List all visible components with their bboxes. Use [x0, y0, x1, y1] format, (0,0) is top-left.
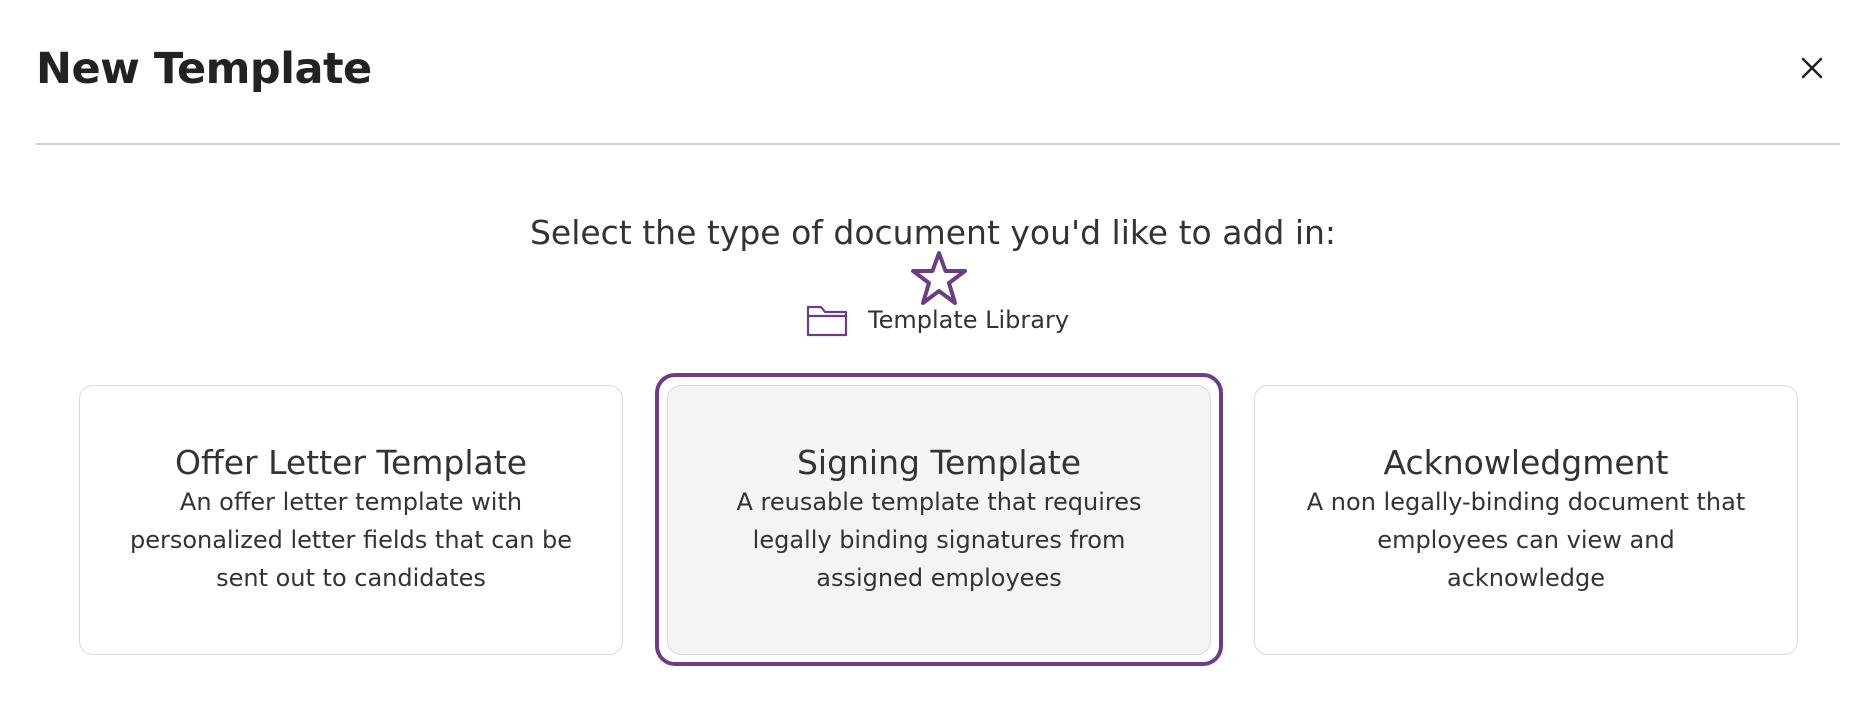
template-library-link[interactable]: Template Library	[806, 300, 1069, 340]
template-library-label: Template Library	[868, 306, 1070, 334]
close-button[interactable]	[1798, 54, 1826, 82]
offer-letter-template-card[interactable]: Offer Letter Template An offer letter te…	[79, 385, 623, 655]
signing-template-card[interactable]: Signing Template A reusable template tha…	[667, 385, 1211, 655]
card-title: Offer Letter Template	[175, 443, 527, 482]
card-title: Acknowledgment	[1383, 443, 1669, 482]
new-template-dialog: New Template Select the type of document…	[0, 0, 1866, 714]
document-type-prompt: Select the type of document you'd like t…	[529, 213, 1337, 252]
dialog-title: New Template	[36, 44, 372, 94]
close-icon	[1801, 57, 1823, 79]
card-description: A reusable template that requires legall…	[736, 488, 1142, 592]
card-description: An offer letter template with personaliz…	[129, 488, 573, 592]
header-divider	[36, 143, 1840, 145]
acknowledgment-card[interactable]: Acknowledgment A non legally-binding doc…	[1254, 385, 1798, 655]
folder-icon	[806, 305, 848, 337]
card-description: A non legally-binding document that empl…	[1306, 488, 1746, 592]
card-title: Signing Template	[796, 443, 1082, 482]
